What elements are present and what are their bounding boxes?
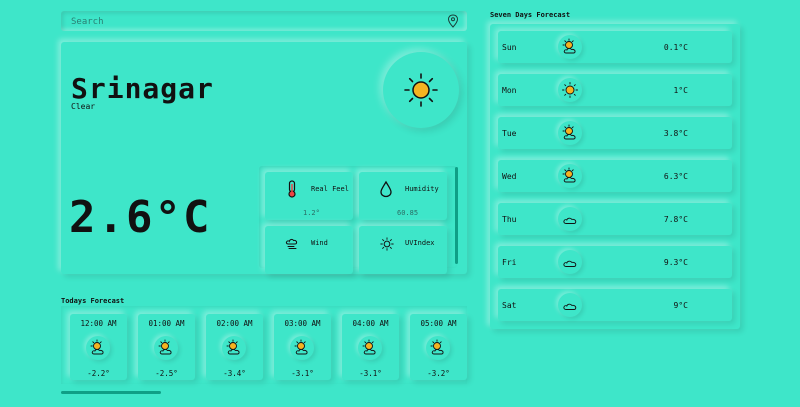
day-icon-badge <box>558 207 582 231</box>
partly-cloudy-icon <box>562 124 576 140</box>
day-name: Sat <box>502 301 517 310</box>
hour-temp: -3.1° <box>291 369 314 378</box>
hour-icon-badge <box>358 336 382 360</box>
hour-time: 02:00 AM <box>216 319 253 328</box>
partly-cloudy-icon <box>158 339 172 355</box>
detail-value: 1.2° <box>303 209 320 217</box>
droplet-icon <box>380 180 392 198</box>
hour-time: 04:00 AM <box>352 319 389 328</box>
day-row: Mon 1°C <box>498 74 732 106</box>
details-scrollbar[interactable] <box>455 167 458 264</box>
partly-cloudy-icon <box>562 38 576 54</box>
partly-cloudy-icon <box>430 339 444 355</box>
detail-label: Wind <box>311 239 328 247</box>
city-name: Srinagar <box>71 72 214 105</box>
cloud-icon <box>563 260 577 267</box>
wind-icon <box>285 238 298 249</box>
partly-cloudy-icon <box>362 339 376 355</box>
hour-temp: -3.1° <box>359 369 382 378</box>
detail-label: Real Feel <box>311 185 349 193</box>
detail-label: UVIndex <box>405 239 435 247</box>
day-icon-badge <box>558 164 582 188</box>
day-temp: 7.8°C <box>663 215 688 224</box>
day-row: Sun 0.1°C <box>498 31 732 63</box>
sun-small-icon <box>380 237 394 251</box>
hourly-item: 12:00 AM -2.2° <box>70 314 127 380</box>
search-input[interactable] <box>69 13 443 31</box>
sun-icon <box>404 73 438 107</box>
search-bar[interactable] <box>61 11 467 31</box>
current-weather-icon-badge <box>383 52 459 128</box>
day-row: Fri 9.3°C <box>498 246 732 278</box>
day-temp: 1°C <box>673 86 688 95</box>
day-name: Wed <box>502 172 517 181</box>
day-row: Thu 7.8°C <box>498 203 732 235</box>
sun-icon <box>562 82 578 98</box>
day-icon-badge <box>558 250 582 274</box>
uv-index-tile: UVIndex <box>359 226 447 274</box>
detail-value: 60.85 <box>397 209 419 217</box>
wind-tile: Wind <box>265 226 353 274</box>
detail-label: Humidity <box>405 185 439 193</box>
hourly-item: 01:00 AM -2.5° <box>138 314 195 380</box>
hour-icon-badge <box>86 336 110 360</box>
hour-temp: -2.5° <box>155 369 178 378</box>
humidity-tile: Humidity 60.85 <box>359 172 447 220</box>
day-name: Mon <box>502 86 517 95</box>
hourly-scrollbar-thumb[interactable] <box>61 391 161 394</box>
todays-forecast-title: Todays Forecast <box>61 297 125 305</box>
thermometer-icon <box>288 180 296 198</box>
weather-condition: Clear <box>71 102 96 111</box>
hour-icon-badge <box>426 336 450 360</box>
hour-time: 03:00 AM <box>284 319 321 328</box>
day-temp: 0.1°C <box>663 43 688 52</box>
day-row: Tue 3.8°C <box>498 117 732 149</box>
day-icon-badge <box>558 35 582 59</box>
day-row: Wed 6.3°C <box>498 160 732 192</box>
day-name: Sun <box>502 43 517 52</box>
hour-icon-badge <box>222 336 246 360</box>
real-feel-tile: Real Feel 1.2° <box>265 172 353 220</box>
hour-time: 05:00 AM <box>420 319 457 328</box>
partly-cloudy-icon <box>294 339 308 355</box>
partly-cloudy-icon <box>562 167 576 183</box>
day-name: Tue <box>502 129 517 138</box>
hour-temp: -3.2° <box>427 369 450 378</box>
day-temp: 3.8°C <box>663 129 688 138</box>
weather-details-panel: Real Feel 1.2° Humidity 60.85 Wind UVInd… <box>259 166 457 274</box>
hourly-item: 05:00 AM -3.2° <box>410 314 467 380</box>
day-temp: 9.3°C <box>663 258 688 267</box>
day-temp: 9°C <box>673 301 688 310</box>
hour-time: 12:00 AM <box>80 319 117 328</box>
hour-icon-badge <box>154 336 178 360</box>
seven-days-forecast-title: Seven Days Forecast <box>490 11 571 19</box>
hourly-item: 04:00 AM -3.1° <box>342 314 399 380</box>
hour-temp: -3.4° <box>223 369 246 378</box>
location-pin-icon[interactable] <box>447 14 459 28</box>
day-name: Fri <box>502 258 517 267</box>
day-icon-badge <box>558 293 582 317</box>
current-weather-card: Srinagar Clear 2.6°C Real Feel 1.2° Humi… <box>61 42 467 274</box>
current-temperature: 2.6°C <box>69 192 212 243</box>
partly-cloudy-icon <box>90 339 104 355</box>
hour-time: 01:00 AM <box>148 319 185 328</box>
day-icon-badge <box>558 78 582 102</box>
day-row: Sat 9°C <box>498 289 732 321</box>
day-temp: 6.3°C <box>663 172 688 181</box>
day-name: Thu <box>502 215 517 224</box>
hour-temp: -2.2° <box>87 369 110 378</box>
cloud-icon <box>563 217 577 224</box>
hour-icon-badge <box>290 336 314 360</box>
cloud-icon <box>563 303 577 310</box>
hourly-item: 03:00 AM -3.1° <box>274 314 331 380</box>
hourly-item: 02:00 AM -3.4° <box>206 314 263 380</box>
day-icon-badge <box>558 121 582 145</box>
partly-cloudy-icon <box>226 339 240 355</box>
